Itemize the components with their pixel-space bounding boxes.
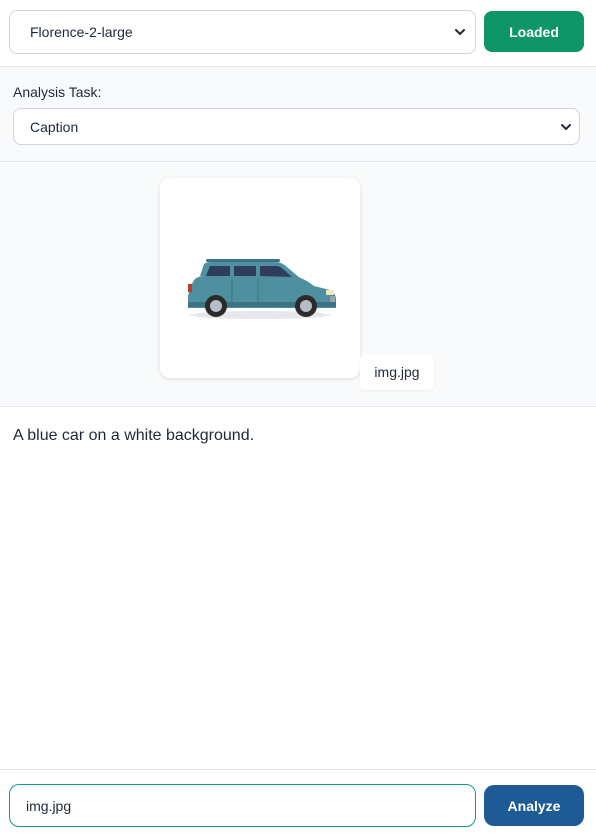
model-select-value: Florence-2-large (30, 24, 133, 40)
input-bar: Analyze (0, 769, 596, 835)
chevron-down-icon (453, 25, 467, 39)
caption-result-text: A blue car on a white background. (13, 427, 255, 444)
model-status-button[interactable]: Loaded (484, 11, 584, 52)
task-section: Analysis Task: Caption (0, 67, 596, 162)
task-select-value: Caption (30, 118, 79, 135)
analyze-button[interactable]: Analyze (484, 785, 584, 826)
model-bar: Florence-2-large Loaded (0, 0, 596, 67)
image-path-input[interactable] (9, 784, 476, 827)
task-select[interactable]: Caption (13, 108, 580, 145)
app-root: Florence-2-large Loaded Analysis Task: C… (0, 0, 596, 835)
task-label: Analysis Task: (13, 84, 102, 100)
image-preview-area: img.jpg (0, 162, 596, 407)
result-area: A blue car on a white background. (0, 407, 596, 769)
image-thumbnail[interactable] (160, 178, 360, 378)
model-select[interactable]: Florence-2-large (9, 10, 476, 54)
car-image-icon (188, 259, 336, 319)
chevron-down-icon (559, 120, 573, 134)
image-filename-tag: img.jpg (360, 354, 434, 390)
